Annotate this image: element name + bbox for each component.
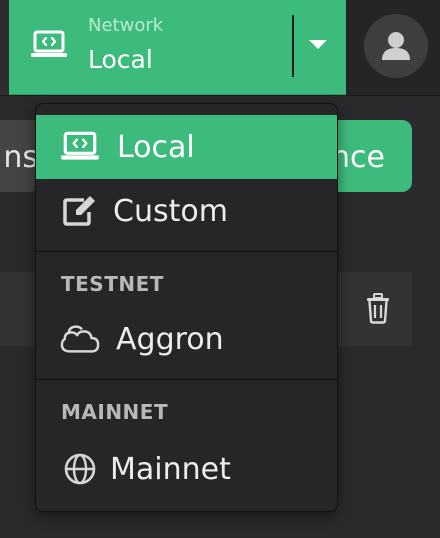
network-value: Local [88, 45, 153, 74]
caret-down-icon[interactable] [309, 40, 327, 49]
background-button-left-label: ns [3, 140, 38, 175]
trash-icon[interactable] [365, 292, 391, 324]
menu-item-mainnet[interactable]: Mainnet [36, 437, 337, 501]
menu-item-label: Custom [113, 193, 228, 229]
network-divider [292, 15, 294, 77]
network-dropdown-menu: Local Custom TESTNET Aggron MAINNET Main… [35, 103, 338, 512]
section-heading-testnet: TESTNET [61, 272, 164, 296]
menu-item-custom[interactable]: Custom [36, 179, 337, 243]
menu-separator [36, 379, 337, 380]
cloud-icon [60, 322, 100, 356]
section-heading-mainnet: MAINNET [61, 400, 169, 424]
network-label: Network [88, 15, 164, 36]
menu-separator [36, 251, 337, 252]
laptop-code-icon [31, 30, 67, 57]
menu-item-aggron[interactable]: Aggron [36, 307, 337, 371]
globe-icon [60, 452, 100, 486]
menu-item-label: Local [117, 129, 195, 165]
user-avatar[interactable] [364, 14, 428, 78]
menu-item-label: Aggron [116, 321, 224, 357]
background-button-right-label: nce [331, 140, 385, 175]
network-selector[interactable]: Network Local [9, 0, 346, 95]
menu-item-label: Mainnet [110, 451, 231, 487]
edit-icon [60, 194, 100, 228]
user-icon [382, 32, 410, 60]
laptop-code-icon [60, 130, 100, 164]
menu-item-local[interactable]: Local [36, 115, 337, 179]
top-bar: Network Local [0, 0, 440, 96]
background-button-left[interactable]: ns [0, 120, 40, 192]
